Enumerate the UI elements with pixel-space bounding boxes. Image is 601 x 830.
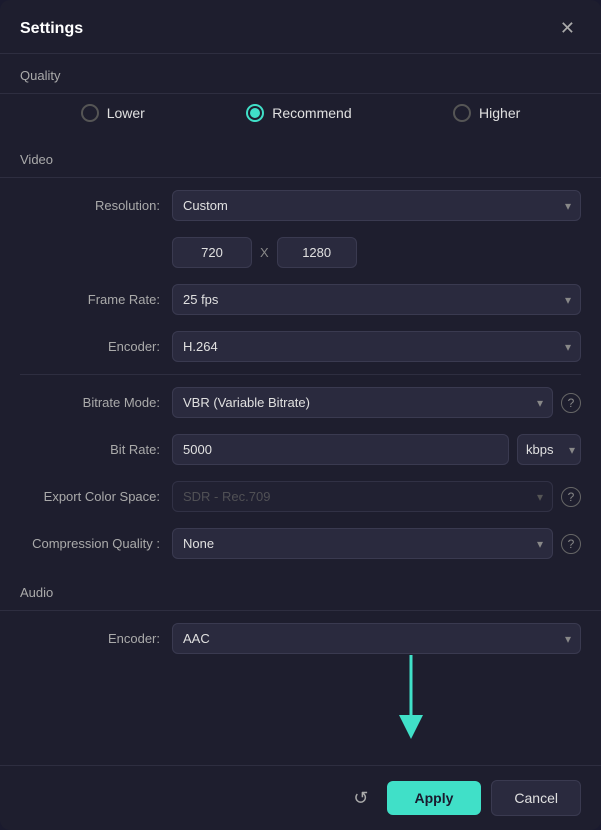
- video-section-label: Video: [0, 138, 601, 177]
- audio-encoder-control: AAC MP3 WAV: [172, 623, 581, 654]
- audio-encoder-label: Encoder:: [20, 631, 160, 646]
- bitrate-mode-label: Bitrate Mode:: [20, 395, 160, 410]
- framerate-control: 25 fps 30 fps 60 fps: [172, 284, 581, 315]
- dialog-header: Settings ✕: [0, 0, 601, 54]
- compression-quality-select-wrapper: None Low Medium High: [172, 528, 553, 559]
- video-encoder-label: Encoder:: [20, 339, 160, 354]
- compression-quality-help-icon[interactable]: ?: [561, 534, 581, 554]
- audio-section-label: Audio: [0, 571, 601, 610]
- bitrate-control: kbps Mbps: [172, 434, 581, 465]
- dialog-title: Settings: [20, 20, 83, 38]
- quality-option-recommend[interactable]: Recommend: [246, 104, 351, 122]
- audio-encoder-select-wrapper: AAC MP3 WAV: [172, 623, 581, 654]
- framerate-row: Frame Rate: 25 fps 30 fps 60 fps: [20, 276, 581, 323]
- compression-quality-row: Compression Quality : None Low Medium Hi…: [20, 520, 581, 567]
- quality-section-label: Quality: [0, 54, 601, 93]
- kbps-select[interactable]: kbps Mbps: [517, 434, 581, 465]
- compression-quality-label: Compression Quality :: [20, 536, 160, 551]
- bitrate-input[interactable]: [172, 434, 509, 465]
- framerate-select-wrapper: 25 fps 30 fps 60 fps: [172, 284, 581, 315]
- resolution-inputs: X: [172, 237, 581, 268]
- resolution-control: Custom 1920x1080 1280x720 854x480: [172, 190, 581, 221]
- color-space-label: Export Color Space:: [20, 489, 160, 504]
- radio-recommend-inner: [250, 108, 260, 118]
- radio-lower[interactable]: [81, 104, 99, 122]
- radio-higher[interactable]: [453, 104, 471, 122]
- audio-form: Encoder: AAC MP3 WAV: [0, 611, 601, 666]
- resolution-width-input[interactable]: [172, 237, 252, 268]
- video-encoder-select[interactable]: H.264 H.265 VP9: [172, 331, 581, 362]
- color-space-select-wrapper: SDR - Rec.709 HDR: [172, 481, 553, 512]
- color-space-select[interactable]: SDR - Rec.709 HDR: [172, 481, 553, 512]
- compression-quality-control: None Low Medium High ?: [172, 528, 581, 559]
- resolution-row: Resolution: Custom 1920x1080 1280x720 85…: [20, 182, 581, 229]
- quality-higher-label: Higher: [479, 105, 520, 121]
- resolution-height-input[interactable]: [277, 237, 357, 268]
- bitrate-row: Bit Rate: kbps Mbps: [20, 426, 581, 473]
- resolution-label: Resolution:: [20, 198, 160, 213]
- close-button[interactable]: ✕: [554, 16, 581, 41]
- quality-lower-label: Lower: [107, 105, 145, 121]
- video-encoder-control: H.264 H.265 VP9: [172, 331, 581, 362]
- teal-arrow-annotation: [381, 655, 441, 750]
- bitrate-mode-control: VBR (Variable Bitrate) CBR (Constant Bit…: [172, 387, 581, 418]
- cancel-button[interactable]: Cancel: [491, 780, 581, 816]
- quality-options: Lower Recommend Higher: [0, 94, 601, 138]
- video-encoder-row: Encoder: H.264 H.265 VP9: [20, 323, 581, 370]
- color-space-row: Export Color Space: SDR - Rec.709 HDR ?: [20, 473, 581, 520]
- dialog-footer: ↺ Apply Cancel: [0, 765, 601, 830]
- framerate-label: Frame Rate:: [20, 292, 160, 307]
- kbps-wrapper: kbps Mbps: [517, 434, 581, 465]
- compression-quality-select[interactable]: None Low Medium High: [172, 528, 553, 559]
- settings-dialog: Settings ✕ Quality Lower Recommend Highe…: [0, 0, 601, 830]
- reset-button[interactable]: ↺: [345, 784, 376, 813]
- resolution-inputs-row: X: [20, 229, 581, 276]
- video-encoder-select-wrapper: H.264 H.265 VP9: [172, 331, 581, 362]
- bitrate-mode-select-wrapper: VBR (Variable Bitrate) CBR (Constant Bit…: [172, 387, 553, 418]
- audio-encoder-select[interactable]: AAC MP3 WAV: [172, 623, 581, 654]
- bitrate-inputs: kbps Mbps: [172, 434, 581, 465]
- quality-option-higher[interactable]: Higher: [453, 104, 520, 122]
- color-space-help-icon[interactable]: ?: [561, 487, 581, 507]
- video-inner-divider: [20, 374, 581, 375]
- resolution-select[interactable]: Custom 1920x1080 1280x720 854x480: [172, 190, 581, 221]
- audio-encoder-row: Encoder: AAC MP3 WAV: [20, 615, 581, 662]
- apply-button[interactable]: Apply: [387, 781, 482, 815]
- bitrate-mode-select[interactable]: VBR (Variable Bitrate) CBR (Constant Bit…: [172, 387, 553, 418]
- bitrate-mode-help-icon[interactable]: ?: [561, 393, 581, 413]
- quality-option-lower[interactable]: Lower: [81, 104, 145, 122]
- x-separator: X: [260, 245, 269, 260]
- color-space-control: SDR - Rec.709 HDR ?: [172, 481, 581, 512]
- quality-recommend-label: Recommend: [272, 105, 351, 121]
- resolution-inputs-control: X: [172, 237, 581, 268]
- framerate-select[interactable]: 25 fps 30 fps 60 fps: [172, 284, 581, 315]
- bitrate-label: Bit Rate:: [20, 442, 160, 457]
- video-form: Resolution: Custom 1920x1080 1280x720 85…: [0, 178, 601, 571]
- resolution-select-wrapper: Custom 1920x1080 1280x720 854x480: [172, 190, 581, 221]
- bitrate-mode-row: Bitrate Mode: VBR (Variable Bitrate) CBR…: [20, 379, 581, 426]
- radio-recommend[interactable]: [246, 104, 264, 122]
